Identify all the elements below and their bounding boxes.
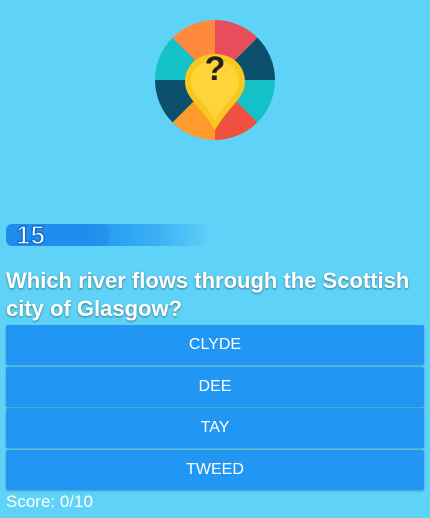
score-label: Score: 0/10 <box>6 492 93 511</box>
timer-bar: 15 <box>6 220 212 250</box>
answer-button-3[interactable]: TAY <box>6 408 424 448</box>
answer-list: CLYDE DEE TAY TWEED <box>6 325 424 491</box>
timer-countdown: 15 <box>15 220 45 250</box>
answer-button-4[interactable]: TWEED <box>6 449 424 490</box>
answer-button-2[interactable]: DEE <box>6 366 424 407</box>
quiz-logo: ? <box>155 20 275 140</box>
question-text: Which river flows through the Scottish c… <box>6 268 410 321</box>
question-mark-text: ? <box>204 50 226 88</box>
answer-button-1[interactable]: CLYDE <box>6 325 424 365</box>
